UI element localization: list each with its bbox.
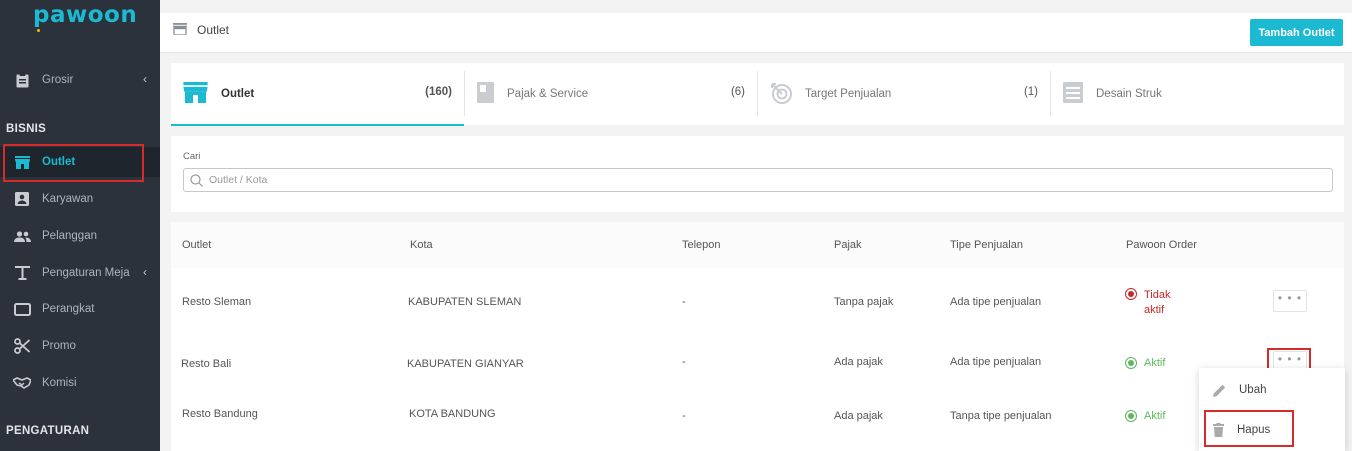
sidebar-item-label: Perangkat (42, 303, 95, 315)
status-text: Tidak (1144, 289, 1171, 301)
tab-count: (6) (730, 86, 745, 98)
cell-kota: KABUPATEN SLEMAN (408, 296, 522, 308)
outlet-table: Outlet Kota Telepon Pajak Tipe Penjualan… (171, 222, 1344, 451)
add-outlet-button[interactable]: Tambah Outlet (1250, 19, 1343, 46)
sidebar-item-pelanggan[interactable]: Pelanggan (0, 221, 160, 251)
search-icon (190, 174, 203, 190)
store-icon (183, 82, 208, 106)
cell-kota: KOTA BANDUNG (409, 408, 496, 420)
table-header: Outlet Kota Telepon Pajak Tipe Penjualan… (171, 222, 1344, 268)
document-icon (13, 72, 31, 88)
search-card: Cari (171, 136, 1344, 212)
tab-bar: Outlet (160) Pajak & Service (6) Target … (171, 63, 1344, 126)
sidebar-section-bisnis: BISNIS (6, 123, 47, 135)
pawoon-logo[interactable]: pawoon (33, 2, 137, 32)
pawoon-order-status: Aktif (1125, 357, 1165, 369)
status-text: Aktif (1144, 410, 1166, 422)
column-header-pawoon-order[interactable]: Pawoon Order (1126, 239, 1197, 251)
more-options-button[interactable]: • • • (1273, 290, 1307, 312)
sidebar-item-label: Promo (42, 340, 76, 352)
sidebar-section-pengaturan: PENGATURAN (6, 425, 90, 437)
person-card-icon (13, 191, 31, 207)
sidebar-item-grosir[interactable]: Grosir ‹ (0, 65, 160, 95)
sidebar-item-komisi[interactable]: Komisi (0, 368, 160, 398)
sidebar-item-label: Pelanggan (42, 230, 97, 242)
status-dot-icon (1125, 410, 1137, 422)
tab-label: Desain Struk (1096, 88, 1162, 100)
menu-item-delete[interactable]: Hapus (1199, 411, 1345, 449)
sidebar: pawoon Grosir ‹ BISNIS Outlet Karyawan P… (0, 0, 160, 451)
cell-outlet: Resto Sleman (182, 296, 252, 308)
menu-item-label: Hapus (1237, 424, 1271, 436)
sidebar-item-label: Komisi (42, 377, 77, 389)
column-header-kota[interactable]: Kota (410, 239, 433, 251)
topbar: Outlet Tambah Outlet (160, 0, 1352, 53)
cell-tipe-penjualan: Ada tipe penjualan (950, 296, 1042, 308)
sidebar-item-karyawan[interactable]: Karyawan (0, 184, 160, 214)
cell-outlet: Resto Bali (181, 358, 232, 370)
column-header-telepon[interactable]: Telepon (682, 239, 721, 251)
sidebar-item-perangkat[interactable]: Perangkat (0, 294, 160, 324)
tab-label: Target Penjualan (805, 88, 892, 100)
pencil-icon (1213, 384, 1226, 397)
column-header-pajak[interactable]: Pajak (834, 239, 862, 251)
handshake-icon (13, 375, 31, 391)
sidebar-item-label: Grosir (42, 74, 74, 86)
column-header-outlet[interactable]: Outlet (182, 239, 211, 251)
trash-icon (1213, 423, 1224, 437)
status-dot-icon (1125, 288, 1137, 300)
status-dot-icon (1125, 357, 1137, 369)
tab-pajak-service[interactable]: Pajak & Service (6) (465, 63, 757, 125)
tab-target-penjualan[interactable]: Target Penjualan (1) (758, 63, 1050, 125)
tab-count: (160) (425, 86, 452, 98)
sidebar-item-pengaturan-meja[interactable]: Pengaturan Meja ‹ (0, 258, 160, 288)
list-icon (1063, 82, 1083, 106)
people-icon (13, 228, 31, 244)
store-icon (13, 154, 31, 170)
store-icon (173, 23, 187, 38)
cell-pajak: Ada pajak (834, 356, 883, 368)
cell-tipe-penjualan: Tanpa tipe penjualan (950, 410, 1052, 422)
status-text: aktif (1144, 304, 1165, 316)
sidebar-item-outlet[interactable]: Outlet (0, 147, 160, 177)
target-icon (770, 82, 792, 107)
table-icon (13, 265, 31, 281)
status-text: Aktif (1144, 357, 1166, 369)
receipt-icon (477, 82, 494, 106)
sidebar-item-label: Outlet (42, 156, 76, 168)
search-box[interactable] (183, 168, 1333, 192)
sidebar-item-label: Pengaturan Meja (42, 267, 130, 279)
chevron-left-icon: ‹ (143, 72, 147, 86)
chevron-left-icon: ‹ (143, 265, 147, 279)
cell-telepon: - (682, 296, 686, 308)
scissors-icon (13, 338, 31, 354)
pawoon-order-status: Aktif (1125, 410, 1165, 422)
cell-pajak: Tanpa pajak (834, 296, 894, 308)
sidebar-item-label: Karyawan (42, 193, 94, 205)
tab-label: Pajak & Service (507, 88, 589, 100)
search-label: Cari (183, 151, 201, 162)
page-title: Outlet (197, 23, 230, 37)
tab-desain-struk[interactable]: Desain Struk (1051, 63, 1344, 125)
column-header-tipe-penjualan[interactable]: Tipe Penjualan (950, 239, 1023, 251)
cell-tipe-penjualan: Ada tipe penjualan (950, 356, 1042, 368)
cell-telepon: - (682, 410, 686, 422)
tab-count: (1) (1023, 86, 1038, 98)
menu-item-edit[interactable]: Ubah (1199, 371, 1345, 409)
search-input[interactable] (209, 172, 1309, 188)
tab-label: Outlet (221, 88, 255, 100)
device-icon (13, 301, 31, 317)
pawoon-order-status: Tidak aktif (1125, 288, 1171, 318)
row-actions-menu: Ubah Hapus (1199, 368, 1345, 451)
cell-outlet: Resto Bandung (182, 408, 258, 420)
cell-pajak: Ada pajak (834, 410, 883, 422)
cell-telepon: - (682, 356, 686, 368)
cell-kota: KABUPATEN GIANYAR (407, 358, 524, 370)
tab-outlet[interactable]: Outlet (160) (171, 63, 464, 126)
sidebar-item-promo[interactable]: Promo (0, 331, 160, 361)
menu-item-label: Ubah (1239, 384, 1267, 396)
